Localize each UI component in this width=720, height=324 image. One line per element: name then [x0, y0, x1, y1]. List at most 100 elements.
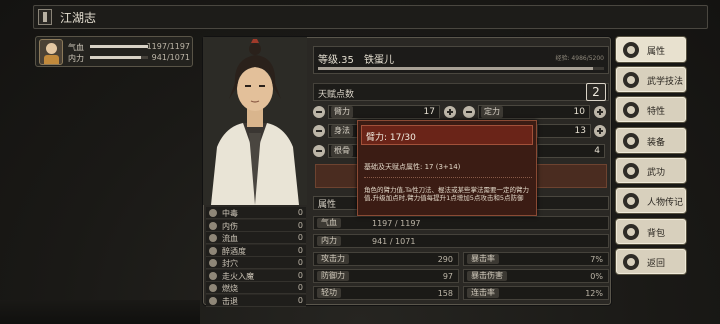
attribute-value: 13 [574, 126, 586, 136]
status-icon [209, 284, 217, 292]
attribute-name: 臂力 [331, 106, 353, 118]
mini-mp-value: 941/1071 [151, 53, 190, 62]
attribute-name: 根骨 [331, 145, 353, 157]
stat-value: 97 [442, 272, 453, 281]
stat-value: 0% [590, 272, 603, 281]
stat-label: 连击率 [467, 288, 499, 298]
mp-stat-label: 内力 [317, 236, 341, 246]
status-value: 0 [297, 233, 303, 242]
attribute-constitution: 根骨 [313, 144, 363, 158]
attribute-box[interactable]: 定力 10 [478, 105, 590, 119]
avatar [39, 39, 63, 65]
side-menu-button[interactable]: 武学技法 [616, 67, 686, 92]
floor-decoration [0, 300, 200, 324]
status-effect-row: 流血 0 [206, 232, 306, 244]
hp-stat-label: 气血 [317, 218, 341, 228]
status-icon [209, 234, 217, 242]
stat-label: 暴击率 [467, 254, 499, 264]
side-menu-button[interactable]: 特性 [616, 97, 686, 122]
stat-value: 7% [590, 255, 603, 264]
attribute-agility: 身法 [313, 124, 363, 138]
status-icon [209, 221, 217, 230]
stat-label: 轻功 [317, 288, 341, 298]
stat-label: 攻击力 [317, 254, 349, 264]
status-icon [209, 271, 217, 280]
status-effect-row: 中毒 0 [206, 207, 306, 219]
attribute-box[interactable]: 13 [537, 124, 591, 138]
mp-stat-value: 941 / 1071 [372, 237, 416, 246]
talent-points-value: 2 [586, 83, 606, 101]
book-icon [623, 163, 639, 179]
status-icon [209, 209, 217, 217]
attribute-value: 17 [423, 107, 435, 117]
side-menu-button[interactable]: 武功 [616, 158, 686, 183]
attribute-box[interactable]: 4 [537, 144, 605, 158]
character-name: 铁蛋儿 [364, 55, 394, 66]
status-effect-row: 走火入魔 0 [206, 269, 306, 282]
bag-icon [623, 224, 639, 240]
status-name: 内伤 [222, 221, 238, 231]
stat-value: 158 [437, 289, 453, 298]
stat-defense: 防御力 97 [313, 269, 459, 283]
attribute-strength: 臂力 17 [313, 105, 459, 119]
side-menu-label: 属性 [647, 47, 666, 57]
side-menu-label: 装备 [647, 138, 666, 148]
status-effect-row: 击退 0 [206, 294, 306, 307]
stat-crit-rate: 暴击率 7% [463, 252, 609, 266]
tooltip-header: 臂力: 17/30 [361, 125, 533, 145]
side-menu-button[interactable]: 人物传记 [616, 188, 686, 213]
status-name: 醉酒度 [222, 246, 246, 256]
tooltip-title: 臂力: 17/30 [366, 133, 416, 143]
level-text: 等级.35 [318, 55, 354, 66]
side-menu-button[interactable]: 返回 [616, 249, 686, 274]
mp-stat-row: 内力 941 / 1071 [313, 234, 609, 248]
status-effect-row: 内伤 0 [206, 219, 306, 232]
plus-icon[interactable] [594, 125, 606, 137]
top-title-bar: 江湖志 [33, 5, 708, 29]
journal-icon[interactable] [38, 9, 52, 25]
sword-icon [623, 133, 639, 149]
tooltip-divider [364, 177, 532, 178]
status-name: 走火入魔 [222, 271, 254, 281]
tooltip-description: 角色的臂力值,Ta性刀法、棍法或某些掌法需要一定的臂力值,升级加点时,臂力值每提… [364, 186, 529, 202]
stat-value: 290 [437, 255, 453, 264]
plus-icon[interactable] [594, 106, 606, 118]
exp-text: 经验: 4986/5200 [555, 55, 605, 62]
tooltip-base-value: 基础及天赋点属性: 17 (3+14) [364, 163, 461, 171]
minus-icon[interactable] [463, 106, 475, 118]
status-value: 0 [297, 295, 303, 305]
exp-bar [318, 67, 604, 70]
status-effects-list: 中毒 0 内伤 0 流血 0 醉酒度 0 封穴 0 走火入魔 0 燃烧 0 击退 0 [203, 205, 307, 309]
status-effect-row: 封穴 0 [206, 257, 306, 269]
status-name: 中毒 [222, 209, 238, 218]
status-effect-row: 醉酒度 0 [206, 244, 306, 257]
attribute-box[interactable]: 臂力 17 [328, 105, 440, 119]
portrait-art [203, 37, 307, 205]
attribute-name: 定力 [481, 106, 503, 118]
status-icon [209, 259, 217, 267]
character-portrait [203, 37, 307, 205]
status-name: 燃烧 [222, 284, 238, 293]
mini-hp-value: 1197/1197 [146, 42, 190, 51]
mini-mp-bar [90, 56, 148, 59]
stats-section-title: 属性 [318, 200, 337, 210]
minus-icon[interactable] [313, 145, 325, 157]
minus-icon[interactable] [313, 106, 325, 118]
biography-icon [623, 193, 639, 209]
status-value: 0 [297, 245, 303, 255]
mini-mp-row: 内力 941/1071 [68, 53, 192, 63]
stat-attack: 攻击力 290 [313, 252, 459, 266]
status-value: 0 [297, 208, 303, 217]
page-title: 江湖志 [60, 11, 97, 25]
status-value: 0 [297, 270, 303, 280]
stat-value: 12% [585, 289, 603, 298]
side-menu-label: 特性 [647, 107, 666, 117]
status-icon [209, 246, 217, 255]
side-menu-button[interactable]: 背包 [616, 219, 686, 244]
talent-points-bar: 天赋点数 2 [313, 83, 609, 101]
plus-icon[interactable] [444, 106, 456, 118]
side-menu-button[interactable]: 属性 [616, 37, 686, 62]
character-mini-card[interactable]: 气血 1197/1197 内力 941/1071 [35, 36, 193, 67]
minus-icon[interactable] [313, 125, 325, 137]
side-menu-button[interactable]: 装备 [616, 128, 686, 153]
